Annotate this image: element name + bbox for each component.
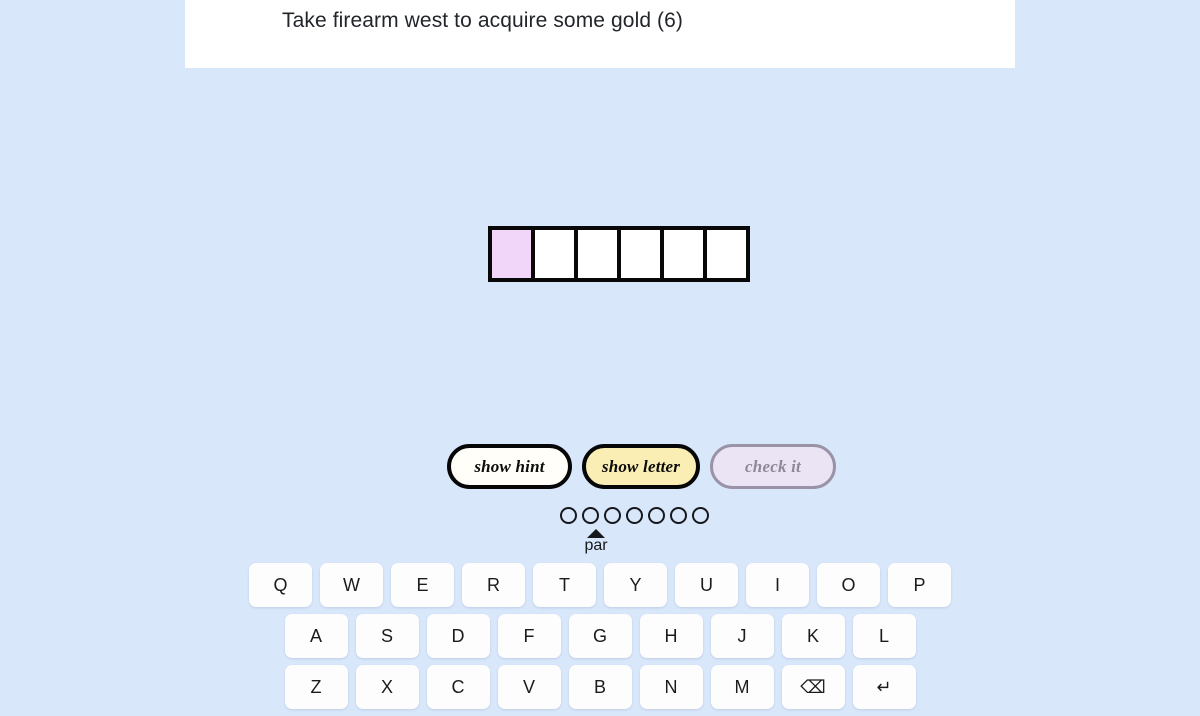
key-a[interactable]: A [284, 614, 348, 658]
clue-panel: Take firearm west to acquire some gold (… [185, 0, 1015, 68]
answer-cell[interactable] [531, 226, 578, 282]
keyboard-row-1: Q W E R T Y U I O P [0, 563, 1200, 607]
show-hint-button[interactable]: show hint [447, 444, 572, 489]
show-letter-button[interactable]: show letter [582, 444, 700, 489]
action-buttons: show hint show letter check it [447, 444, 836, 489]
keyboard-row-2: A S D F G H J K L [0, 614, 1200, 658]
key-q[interactable]: Q [249, 563, 312, 607]
keyboard-row-3: Z X C V B N M ⌫ ↵ [0, 665, 1200, 709]
answer-cell[interactable] [617, 226, 664, 282]
score-circle [670, 507, 687, 524]
answer-cell[interactable] [488, 226, 535, 282]
score-circle [692, 507, 709, 524]
check-it-button[interactable]: check it [710, 444, 836, 489]
key-g[interactable]: G [568, 614, 632, 658]
key-u[interactable]: U [675, 563, 738, 607]
key-enter[interactable]: ↵ [852, 665, 916, 709]
key-f[interactable]: F [497, 614, 561, 658]
score-circle [582, 507, 599, 524]
clue-text: Take firearm west to acquire some gold (… [282, 9, 684, 32]
score-circle [626, 507, 643, 524]
key-n[interactable]: N [639, 665, 703, 709]
answer-cell[interactable] [703, 226, 750, 282]
key-r[interactable]: R [462, 563, 525, 607]
key-j[interactable]: J [710, 614, 774, 658]
key-s[interactable]: S [355, 614, 419, 658]
key-i[interactable]: I [746, 563, 809, 607]
key-t[interactable]: T [533, 563, 596, 607]
key-p[interactable]: P [888, 563, 951, 607]
key-m[interactable]: M [710, 665, 774, 709]
key-backspace[interactable]: ⌫ [781, 665, 845, 709]
key-w[interactable]: W [320, 563, 383, 607]
score-circle [604, 507, 621, 524]
answer-cell[interactable] [660, 226, 707, 282]
key-b[interactable]: B [568, 665, 632, 709]
score-circle [560, 507, 577, 524]
key-x[interactable]: X [355, 665, 419, 709]
answer-grid [488, 226, 750, 282]
par-label: par [584, 537, 608, 554]
key-h[interactable]: H [639, 614, 703, 658]
key-l[interactable]: L [852, 614, 916, 658]
onscreen-keyboard: Q W E R T Y U I O P A S D F G H J K L Z … [0, 563, 1200, 716]
answer-cell[interactable] [574, 226, 621, 282]
key-e[interactable]: E [391, 563, 454, 607]
key-o[interactable]: O [817, 563, 880, 607]
key-c[interactable]: C [426, 665, 490, 709]
score-circles [560, 507, 720, 524]
key-v[interactable]: V [497, 665, 561, 709]
score-circle [648, 507, 665, 524]
score-tracker: par [560, 507, 720, 554]
key-k[interactable]: K [781, 614, 845, 658]
key-y[interactable]: Y [604, 563, 667, 607]
key-d[interactable]: D [426, 614, 490, 658]
key-z[interactable]: Z [284, 665, 348, 709]
